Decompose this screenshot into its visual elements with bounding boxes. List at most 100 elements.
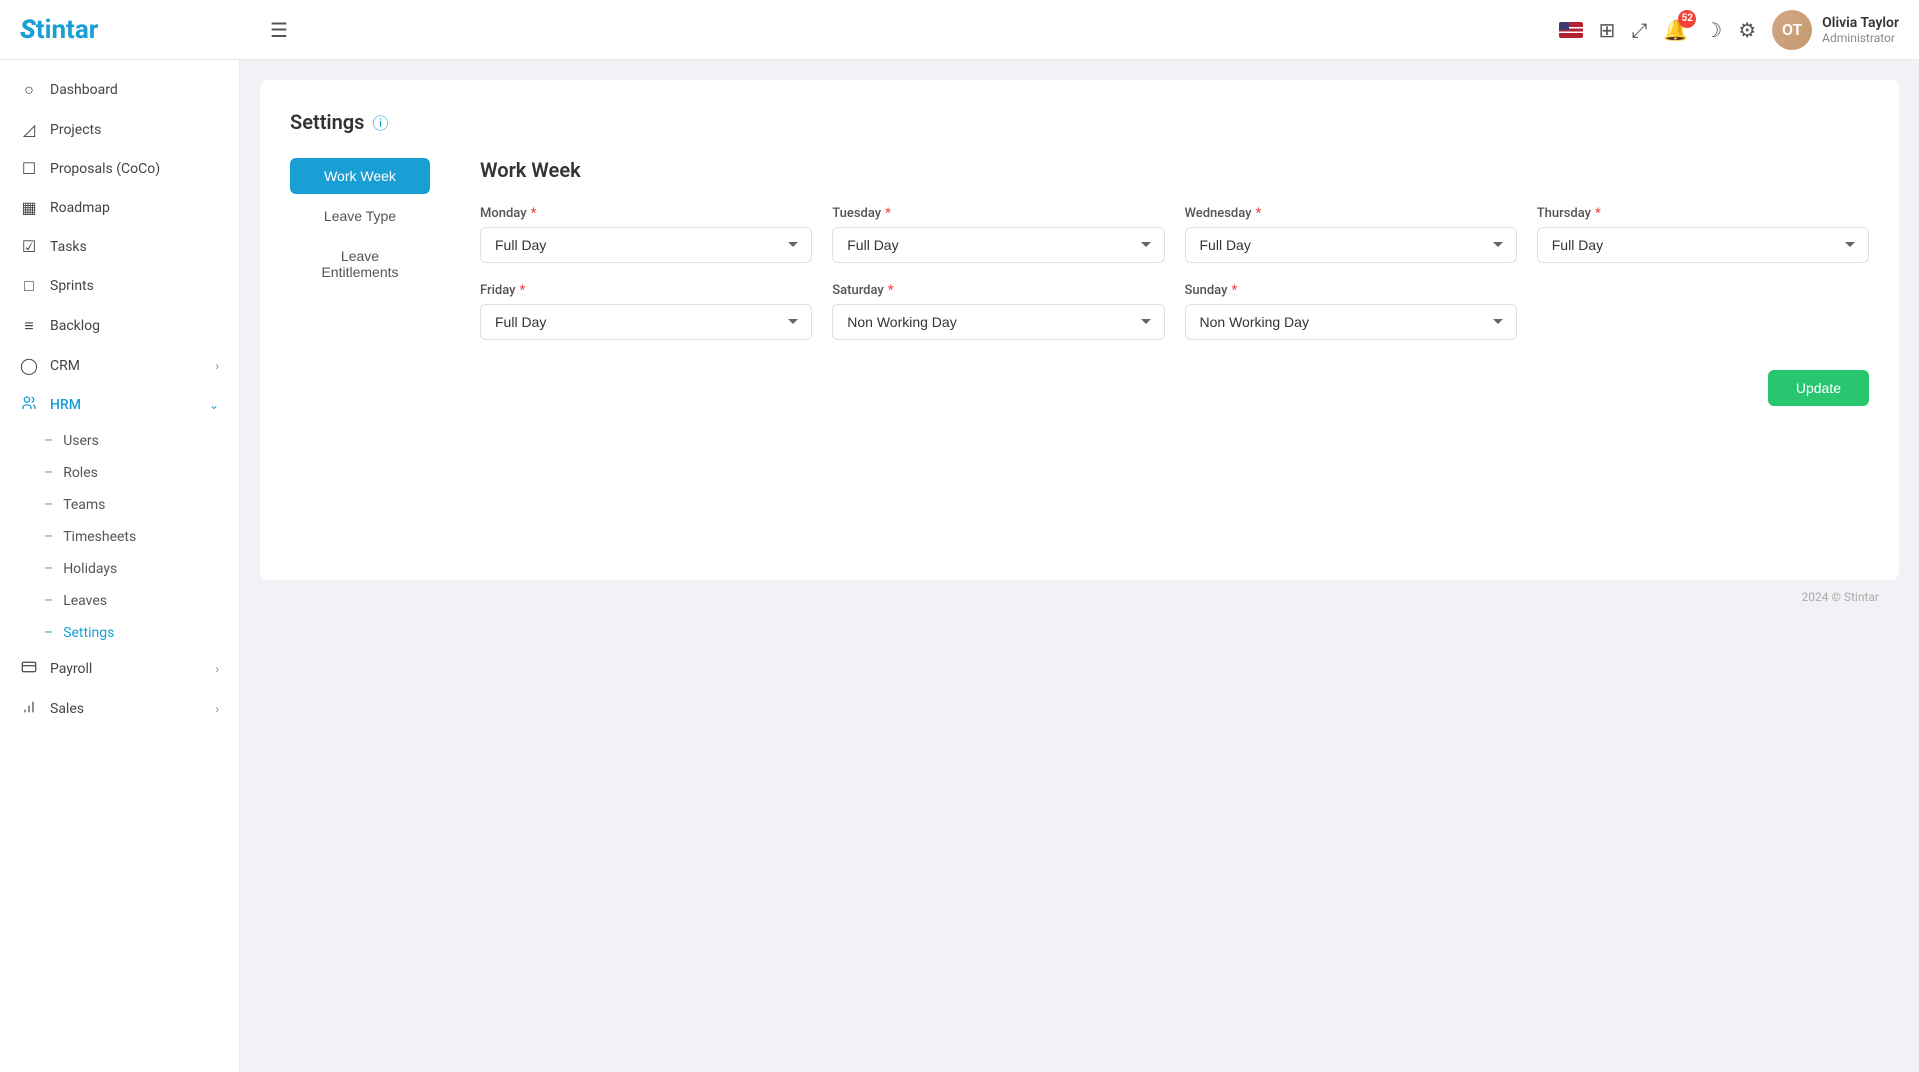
flag-icon[interactable] — [1559, 22, 1583, 38]
sidebar-item-label: CRM — [50, 358, 80, 374]
dash-icon: – — [44, 593, 53, 609]
crm-icon: ◯ — [20, 356, 38, 375]
sidebar-sub-label: Leaves — [63, 593, 107, 609]
sidebar-item-label: Dashboard — [50, 82, 118, 98]
sidebar-item-roadmap[interactable]: ▦ Roadmap — [0, 188, 239, 227]
user-name-block: Olivia Taylor Administrator — [1822, 15, 1899, 45]
fullscreen-icon[interactable]: ⤢ — [1631, 18, 1647, 42]
update-button[interactable]: Update — [1768, 370, 1869, 406]
wednesday-group: Wednesday * Full Day Half Day Non Workin… — [1185, 206, 1517, 263]
grid-icon[interactable]: ⊞ — [1599, 18, 1616, 42]
sidebar-item-label: Sales — [50, 701, 84, 717]
wednesday-select[interactable]: Full Day Half Day Non Working Day — [1185, 227, 1517, 263]
tab-leave-type[interactable]: Leave Type — [290, 198, 430, 234]
sidebar-item-dashboard[interactable]: ○ Dashboard — [0, 70, 239, 110]
dash-icon: – — [44, 529, 53, 545]
saturday-label: Saturday * — [832, 283, 1164, 298]
friday-label: Friday * — [480, 283, 812, 298]
footer: 2024 © Stintar — [260, 580, 1899, 614]
tasks-icon: ☑ — [20, 237, 38, 256]
required-star: * — [1595, 206, 1601, 221]
sales-arrow-icon: › — [215, 702, 219, 716]
sidebar-sub-label: Teams — [63, 497, 105, 513]
required-star: * — [1231, 283, 1237, 298]
dash-icon: – — [44, 561, 53, 577]
thursday-group: Thursday * Full Day Half Day Non Working… — [1537, 206, 1869, 263]
sidebar-sub-item-settings[interactable]: – Settings — [0, 617, 239, 649]
sidebar-item-label: Sprints — [50, 278, 94, 294]
saturday-select[interactable]: Full Day Half Day Non Working Day — [832, 304, 1164, 340]
weekday-row-1: Monday * Full Day Half Day Non Working D… — [480, 206, 1869, 263]
sidebar-sub-item-holidays[interactable]: – Holidays — [0, 553, 239, 585]
sidebar-item-label: Payroll — [50, 661, 92, 677]
proposals-icon: ☐ — [20, 159, 38, 178]
monday-select[interactable]: Full Day Half Day Non Working Day — [480, 227, 812, 263]
sidebar-item-projects[interactable]: ◿ Projects — [0, 110, 239, 149]
darkmode-icon[interactable]: ☽ — [1704, 18, 1722, 42]
sidebar-item-sprints[interactable]: □ Sprints — [0, 266, 239, 306]
sidebar-item-label: Proposals (CoCo) — [50, 161, 160, 177]
hamburger-icon[interactable]: ☰ — [270, 18, 288, 42]
sidebar-sub-item-roles[interactable]: – Roles — [0, 457, 239, 489]
footer-text: 2024 © Stintar — [1802, 590, 1879, 604]
sunday-select[interactable]: Full Day Half Day Non Working Day — [1185, 304, 1517, 340]
avatar-image: OT — [1772, 10, 1812, 50]
dash-icon: – — [44, 497, 53, 513]
thursday-select[interactable]: Full Day Half Day Non Working Day — [1537, 227, 1869, 263]
required-star: * — [1256, 206, 1262, 221]
sunday-label: Sunday * — [1185, 283, 1517, 298]
tuesday-select[interactable]: Full Day Half Day Non Working Day — [832, 227, 1164, 263]
tuesday-group: Tuesday * Full Day Half Day Non Working … — [832, 206, 1164, 263]
required-star: * — [531, 206, 537, 221]
tab-leave-entitlements[interactable]: Leave Entitlements — [290, 238, 430, 290]
sidebar-item-crm[interactable]: ◯ CRM › — [0, 346, 239, 385]
hrm-icon — [20, 395, 38, 415]
payroll-arrow-icon: › — [215, 662, 219, 676]
sidebar-item-backlog[interactable]: ≡ Backlog — [0, 306, 239, 346]
friday-group: Friday * Full Day Half Day Non Working D… — [480, 283, 812, 340]
sidebar-item-payroll[interactable]: Payroll › — [0, 649, 239, 689]
settings-icon[interactable]: ⚙ — [1738, 18, 1756, 42]
user-role: Administrator — [1822, 31, 1899, 45]
sidebar-sub-item-timesheets[interactable]: – Timesheets — [0, 521, 239, 553]
sidebar-sub-label: Roles — [63, 465, 98, 481]
user-info[interactable]: OT Olivia Taylor Administrator — [1772, 10, 1899, 50]
required-star: * — [888, 283, 894, 298]
info-icon[interactable]: ⓘ — [372, 110, 388, 134]
sidebar-item-hrm[interactable]: HRM ⌄ — [0, 385, 239, 425]
friday-select[interactable]: Full Day Half Day Non Working Day — [480, 304, 812, 340]
projects-icon: ◿ — [20, 120, 38, 139]
sidebar-sub-item-teams[interactable]: – Teams — [0, 489, 239, 521]
thursday-label: Thursday * — [1537, 206, 1869, 221]
settings-content: Work Week Monday * Full Day Half Day No — [450, 158, 1869, 406]
sidebar-sub-item-users[interactable]: – Users — [0, 425, 239, 457]
tab-work-week[interactable]: Work Week — [290, 158, 430, 194]
sidebar-item-label: Projects — [50, 122, 101, 138]
payroll-icon — [20, 659, 38, 679]
logo-text: Stintar — [20, 15, 98, 45]
sunday-group: Sunday * Full Day Half Day Non Working D… — [1185, 283, 1517, 340]
header-right: ⊞ ⤢ 🔔 52 ☽ ⚙ OT Olivia Taylor Administra… — [1559, 10, 1899, 50]
notification-badge: 52 — [1678, 10, 1696, 28]
sidebar-item-label: Tasks — [50, 239, 87, 255]
settings-header: Settings ⓘ — [290, 110, 1869, 134]
page-title: Settings — [290, 110, 364, 134]
hrm-arrow-icon: ⌄ — [209, 398, 219, 412]
sidebar-item-sales[interactable]: Sales › — [0, 689, 239, 729]
sidebar-item-label: Backlog — [50, 318, 100, 334]
sidebar-sub-label: Timesheets — [63, 529, 136, 545]
dash-icon: – — [44, 433, 53, 449]
sprints-icon: □ — [20, 276, 38, 296]
monday-group: Monday * Full Day Half Day Non Working D… — [480, 206, 812, 263]
sidebar-sub-label: Holidays — [63, 561, 117, 577]
sidebar-sub-item-leaves[interactable]: – Leaves — [0, 585, 239, 617]
sidebar-item-proposals[interactable]: ☐ Proposals (CoCo) — [0, 149, 239, 188]
layout: ○ Dashboard ◿ Projects ☐ Proposals (CoCo… — [0, 60, 1919, 1072]
main-content: Settings ⓘ Work Week Leave Type Leave En… — [240, 60, 1919, 1072]
monday-label: Monday * — [480, 206, 812, 221]
content-title: Work Week — [480, 158, 1869, 182]
sidebar-item-tasks[interactable]: ☑ Tasks — [0, 227, 239, 266]
sales-icon — [20, 699, 38, 719]
notification-icon[interactable]: 🔔 52 — [1663, 18, 1688, 42]
user-name: Olivia Taylor — [1822, 15, 1899, 31]
